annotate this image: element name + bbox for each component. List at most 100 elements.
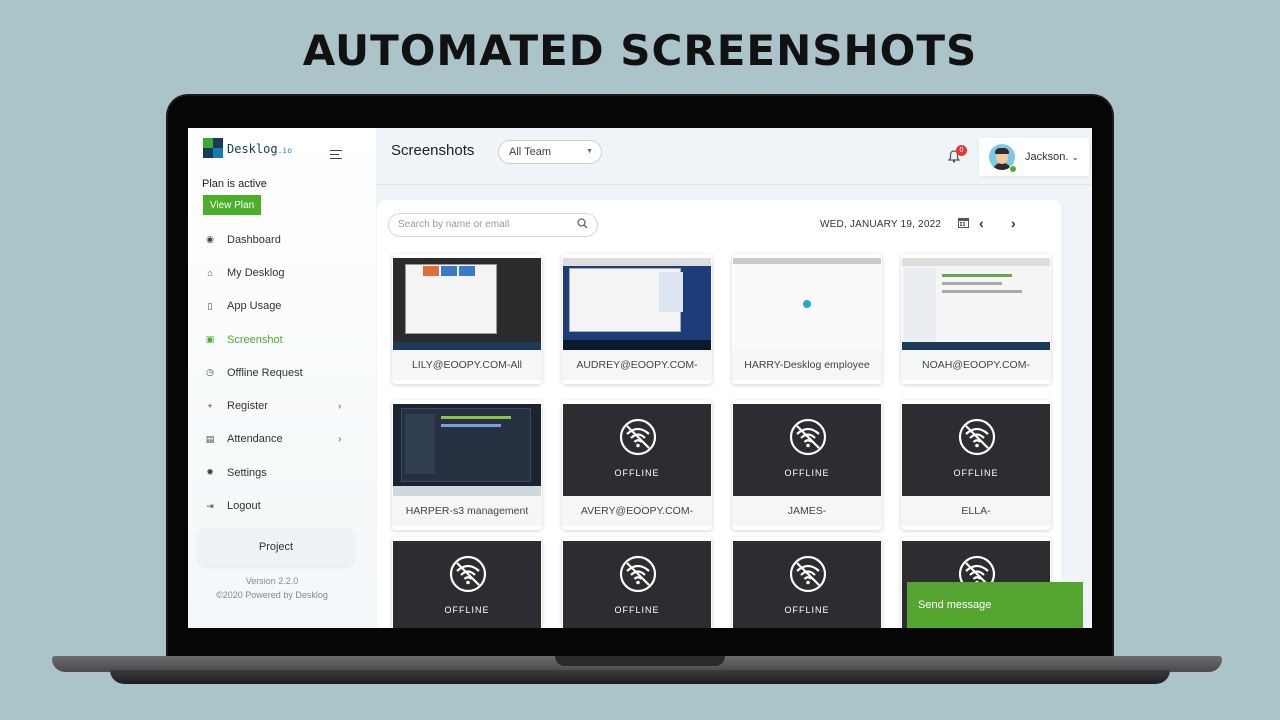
page-title: Screenshots — [391, 142, 475, 159]
clock-icon: ◷ — [206, 367, 214, 378]
topbar: Screenshots All Team ▼ 0 Jackson. ⌄ — [376, 128, 1092, 185]
mobile-icon: ▯ — [207, 300, 213, 311]
screenshot-tile[interactable]: AUDREY@EOOPY.COM- — [562, 254, 712, 384]
project-button[interactable]: Project — [198, 528, 354, 566]
sidebar-item-dashboard[interactable]: ◉ Dashboard — [188, 223, 376, 256]
sidebar-item-attendance[interactable]: ▤ Attendance › — [188, 423, 376, 456]
dashboard-icon: ◉ — [206, 234, 214, 245]
logo-icon — [203, 138, 223, 160]
screenshot-thumbnail[interactable] — [733, 258, 881, 350]
screenshot-caption: ELLA- — [901, 496, 1051, 526]
offline-thumbnail[interactable]: OFFLINE — [733, 541, 881, 628]
sidebar-item-settings[interactable]: ✹ Settings — [188, 456, 376, 489]
offline-label: OFFLINE — [953, 468, 999, 478]
screenshot-tile[interactable]: OFFLINE AVERY@EOOPY.COM- — [562, 400, 712, 530]
sidebar-item-app-usage[interactable]: ▯ App Usage — [188, 290, 376, 323]
sidebar-item-label: App Usage — [227, 300, 282, 313]
wifi-off-icon — [788, 417, 828, 457]
gear-icon: ✹ — [206, 467, 214, 478]
logout-icon: ⇥ — [206, 500, 214, 511]
powered-by-text: ©2020 Powered by Desklog — [216, 590, 328, 600]
search-input[interactable]: Search by name or email — [388, 213, 598, 237]
online-status-dot — [1009, 165, 1017, 173]
offline-thumbnail[interactable]: OFFLINE — [733, 404, 881, 496]
sidebar-item-label: My Desklog — [227, 266, 285, 279]
offline-label: OFFLINE — [614, 468, 660, 478]
offline-thumbnail[interactable]: OFFLINE — [563, 541, 711, 628]
screenshot-tile[interactable]: OFFLINE — [562, 537, 712, 628]
sidebar: Desklog.io Plan is active View Plan ◉ Das… — [188, 128, 376, 628]
screenshot-tile[interactable]: OFFLINE — [732, 537, 882, 628]
caret-down-icon: ▼ — [586, 148, 593, 155]
sidebar-item-label: Settings — [227, 466, 267, 479]
screenshot-caption: NOAH@EOOPY.COM- — [901, 350, 1051, 380]
laptop-notch — [555, 656, 725, 666]
screenshot-caption: AUDREY@EOOPY.COM- — [562, 350, 712, 380]
sidebar-item-my-desklog[interactable]: ⌂ My Desklog — [188, 256, 376, 289]
screenshot-tile[interactable]: LILY@EOOPY.COM-All — [392, 254, 542, 384]
sidebar-item-offline-request[interactable]: ◷ Offline Request — [188, 356, 376, 389]
menu-toggle-icon[interactable] — [330, 150, 342, 162]
offline-label: OFFLINE — [784, 468, 830, 478]
plan-status: Plan is active — [202, 178, 267, 190]
screenshot-tile[interactable]: HARPER-s3 management — [392, 400, 542, 530]
sidebar-item-label: Dashboard — [227, 233, 281, 246]
offline-label: OFFLINE — [444, 605, 490, 615]
wifi-off-icon — [788, 554, 828, 594]
sidebar-item-register[interactable]: + Register › — [188, 389, 376, 422]
sidebar-nav: ◉ Dashboard ⌂ My Desklog ▯ App Usage ▣ Screensh… — [188, 223, 376, 523]
offline-thumbnail[interactable]: OFFLINE — [902, 404, 1050, 496]
chevron-right-icon: › — [338, 400, 342, 412]
plus-icon: + — [207, 401, 213, 412]
screenshot-tile[interactable]: OFFLINE JAMES- — [732, 400, 882, 530]
notification-badge: 0 — [956, 145, 967, 156]
screenshot-tile[interactable]: OFFLINE ELLA- — [901, 400, 1051, 530]
screenshot-caption: HARRY-Desklog employee — [732, 350, 882, 380]
wifi-off-icon — [618, 417, 658, 457]
page-headline: AUTOMATED SCREENSHOTS — [302, 26, 978, 75]
calendar-icon[interactable] — [958, 217, 969, 231]
view-plan-button[interactable]: View Plan — [203, 195, 261, 215]
offline-label: OFFLINE — [614, 605, 660, 615]
sidebar-item-label: Offline Request — [227, 366, 303, 379]
laptop-base-bottom — [110, 670, 1170, 684]
screenshot-tile[interactable]: NOAH@EOOPY.COM- — [901, 254, 1051, 384]
logo-text: Desklog.io — [227, 142, 293, 156]
screenshot-caption: JAMES- — [732, 496, 882, 526]
next-date-button[interactable]: › — [1011, 215, 1016, 231]
search-icon[interactable] — [577, 218, 588, 232]
image-icon: ▣ — [205, 334, 215, 345]
screenshot-tile[interactable]: HARRY-Desklog employee — [732, 254, 882, 384]
screenshot-thumbnail[interactable] — [393, 258, 541, 350]
list-icon: ▤ — [205, 433, 215, 444]
screenshot-caption: LILY@EOOPY.COM-All — [392, 350, 542, 380]
sidebar-item-screenshot[interactable]: ▣ Screenshot — [188, 323, 376, 356]
sidebar-item-label: Screenshot — [227, 333, 283, 346]
desklog-logo[interactable]: Desklog.io — [203, 138, 292, 160]
home-icon: ⌂ — [207, 267, 213, 278]
screenshot-thumbnail[interactable] — [393, 404, 541, 496]
sidebar-item-label: Logout — [227, 500, 261, 513]
sidebar-item-label: Register — [227, 400, 268, 413]
version-text: Version 2.2.0 — [245, 576, 299, 586]
team-select-value: All Team — [509, 146, 551, 158]
selected-date: WED, JANUARY 19, 2022 — [820, 219, 942, 230]
send-message-button[interactable]: Send message — [907, 582, 1083, 628]
offline-label: OFFLINE — [784, 605, 830, 615]
sidebar-item-logout[interactable]: ⇥ Logout — [188, 489, 376, 522]
chevron-right-icon: › — [338, 433, 342, 445]
user-name: Jackson. ⌄ — [1025, 151, 1080, 163]
wifi-off-icon — [618, 554, 658, 594]
screenshot-thumbnail[interactable] — [902, 258, 1050, 350]
offline-thumbnail[interactable]: OFFLINE — [563, 404, 711, 496]
sidebar-item-label: Attendance — [227, 433, 283, 446]
user-menu[interactable]: Jackson. ⌄ — [979, 138, 1089, 176]
screenshot-thumbnail[interactable] — [563, 258, 711, 350]
team-select[interactable]: All Team ▼ — [498, 140, 602, 164]
prev-date-button[interactable]: ‹ — [979, 215, 984, 231]
offline-thumbnail[interactable]: OFFLINE — [393, 541, 541, 628]
screenshots-panel: Search by name or email WED, JANUARY 19,… — [377, 200, 1061, 628]
screenshot-caption: HARPER-s3 management — [392, 496, 542, 526]
screenshot-tile[interactable]: OFFLINE — [392, 537, 542, 628]
app-screen: Desklog.io Plan is active View Plan ◉ Das… — [188, 128, 1092, 628]
